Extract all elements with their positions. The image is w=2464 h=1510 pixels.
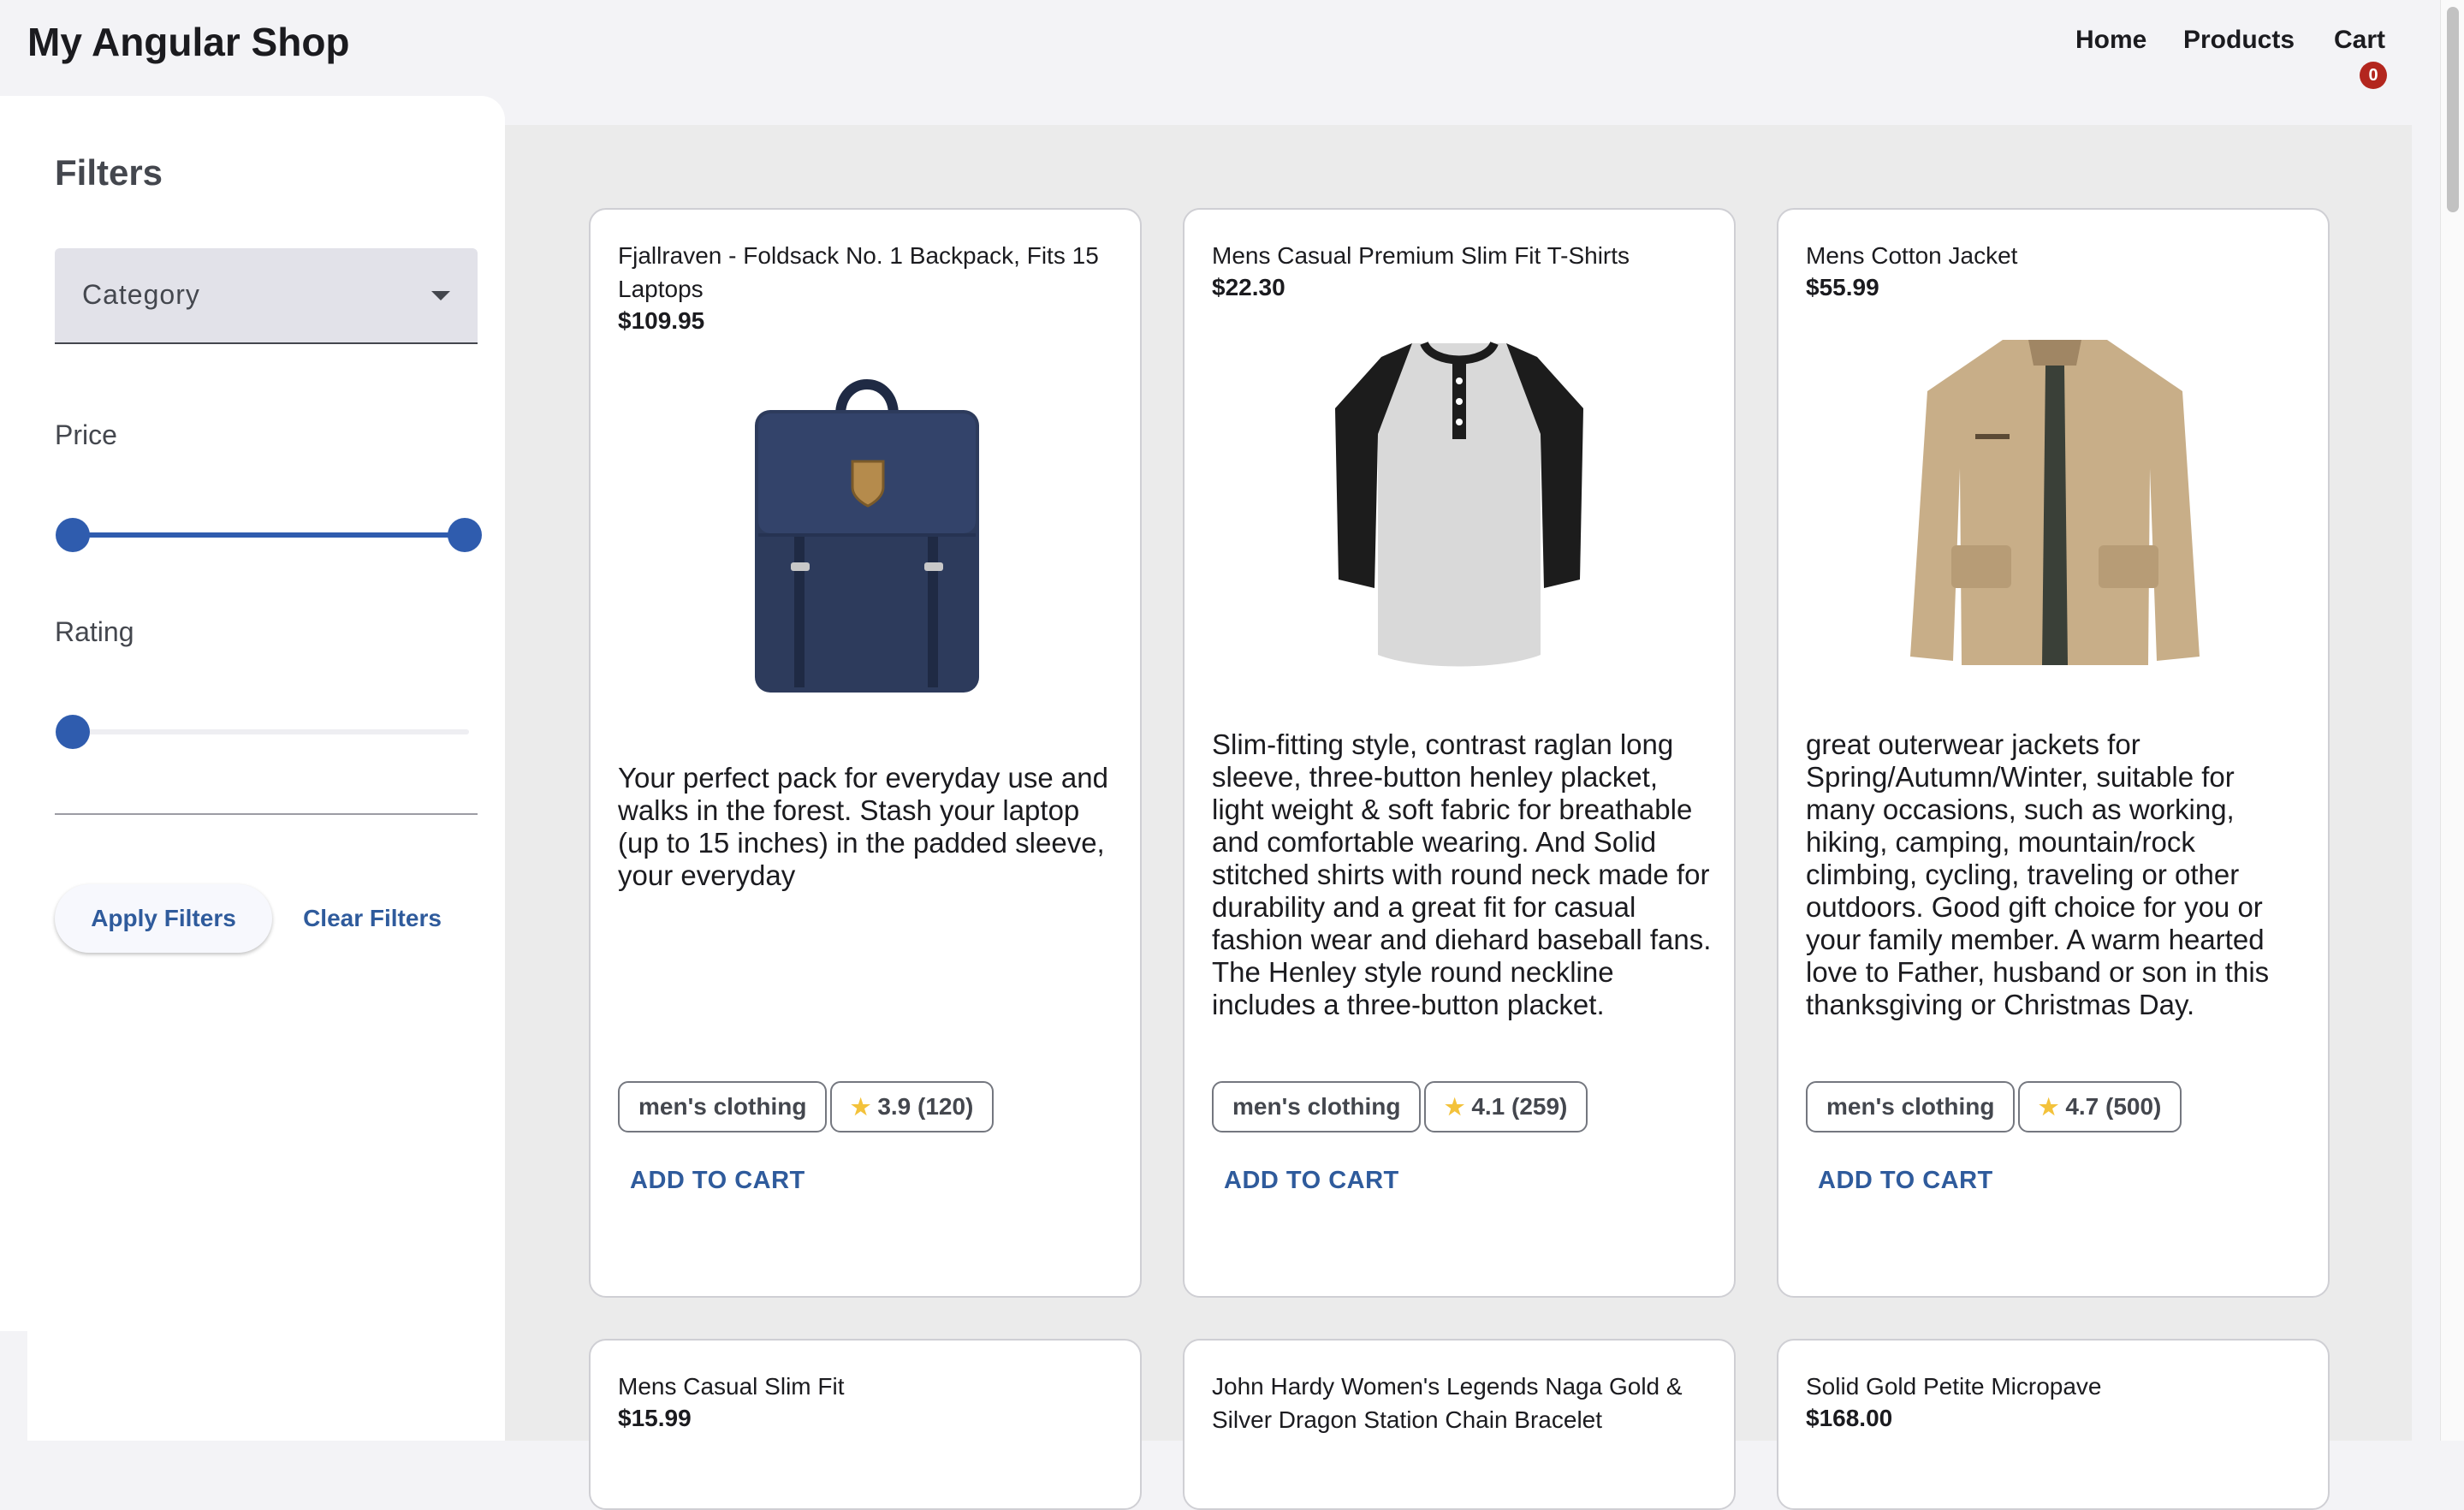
product-price: $168.00 [1806, 1405, 1893, 1431]
filters-heading: Filters [55, 152, 163, 193]
add-to-cart-button[interactable]: ADD TO CART [609, 1144, 826, 1216]
category-chip[interactable]: men's clothing [618, 1081, 828, 1132]
product-card: Fjallraven - Foldsack No. 1 Backpack, Fi… [589, 208, 1142, 1298]
rating-text: 3.9 (120) [877, 1093, 974, 1120]
apply-filters-button[interactable]: Apply Filters [55, 884, 272, 953]
product-title[interactable]: Mens Casual Slim Fit [618, 1370, 1114, 1403]
product-title[interactable]: Solid Gold Petite Micropave [1806, 1370, 2302, 1403]
product-price: $109.95 [618, 307, 705, 334]
category-select-label: Category [82, 279, 200, 310]
product-price: $22.30 [1212, 274, 1285, 300]
price-slider-track[interactable] [72, 532, 465, 538]
nav-products-link[interactable]: Products [2183, 26, 2295, 55]
product-description: great outerwear jackets for Spring/Autum… [1806, 728, 2270, 1020]
filters-divider [55, 813, 478, 815]
price-label: Price [55, 419, 117, 450]
product-price: $15.99 [618, 1405, 692, 1431]
rating-chip[interactable]: ★ 4.7 (500) [2018, 1081, 2182, 1132]
product-description: Your perfect pack for everyday use and w… [618, 762, 1108, 891]
backpack-image [746, 366, 988, 708]
cart-count-badge: 0 [2360, 62, 2387, 89]
price-max-thumb[interactable] [448, 518, 482, 552]
brand-title[interactable]: My Angular Shop [27, 19, 350, 65]
product-card: Mens Cotton Jacket $55.99 great outerwea… [1777, 208, 2330, 1298]
clear-filters-button[interactable]: Clear Filters [291, 884, 454, 953]
price-min-thumb[interactable] [56, 518, 90, 552]
rating-text: 4.1 (259) [1471, 1093, 1568, 1120]
product-title[interactable]: Mens Casual Premium Slim Fit T-Shirts [1212, 239, 1708, 272]
product-card: Mens Casual Premium Slim Fit T-Shirts $2… [1183, 208, 1736, 1298]
nav-home-link[interactable]: Home [2075, 26, 2146, 55]
page-scrollbar[interactable] [2440, 0, 2464, 1441]
category-chip[interactable]: men's clothing [1806, 1081, 2016, 1132]
product-title[interactable]: Fjallraven - Foldsack No. 1 Backpack, Fi… [618, 239, 1114, 306]
product-title[interactable]: Mens Cotton Jacket [1806, 239, 2302, 272]
nav-cart-link[interactable]: Cart [2334, 26, 2385, 55]
add-to-cart-button[interactable]: ADD TO CART [1203, 1144, 1420, 1216]
scrollbar-thumb[interactable] [2447, 7, 2459, 212]
rating-chip[interactable]: ★ 3.9 (120) [830, 1081, 995, 1132]
product-price: $55.99 [1806, 274, 1879, 300]
rating-slider-thumb[interactable] [56, 715, 90, 749]
star-icon: ★ [851, 1093, 871, 1120]
product-card: Solid Gold Petite Micropave $168.00 [1777, 1339, 2330, 1510]
product-description: Slim-fitting style, contrast raglan long… [1212, 728, 1712, 1020]
product-card: John Hardy Women's Legends Naga Gold & S… [1183, 1339, 1736, 1510]
top-app-bar: My Angular Shop Home Products Cart 0 [0, 0, 2441, 96]
jacket-image [1900, 331, 2210, 674]
star-icon: ★ [1445, 1093, 1465, 1120]
rating-label: Rating [55, 616, 134, 647]
product-card: Mens Casual Slim Fit $15.99 [589, 1339, 1142, 1510]
category-chip[interactable]: men's clothing [1212, 1081, 1422, 1132]
chevron-down-icon [431, 291, 450, 300]
rating-chip[interactable]: ★ 4.1 (259) [1424, 1081, 1588, 1132]
category-select[interactable]: Category [55, 248, 478, 344]
product-title[interactable]: John Hardy Women's Legends Naga Gold & S… [1212, 1370, 1708, 1436]
add-to-cart-button[interactable]: ADD TO CART [1797, 1144, 2014, 1216]
star-icon: ★ [2039, 1093, 2059, 1120]
rating-text: 4.7 (500) [2065, 1093, 2162, 1120]
rating-slider-track[interactable] [72, 729, 469, 734]
t-shirt-image [1330, 331, 1588, 674]
sidebar-edge [0, 1331, 27, 1441]
